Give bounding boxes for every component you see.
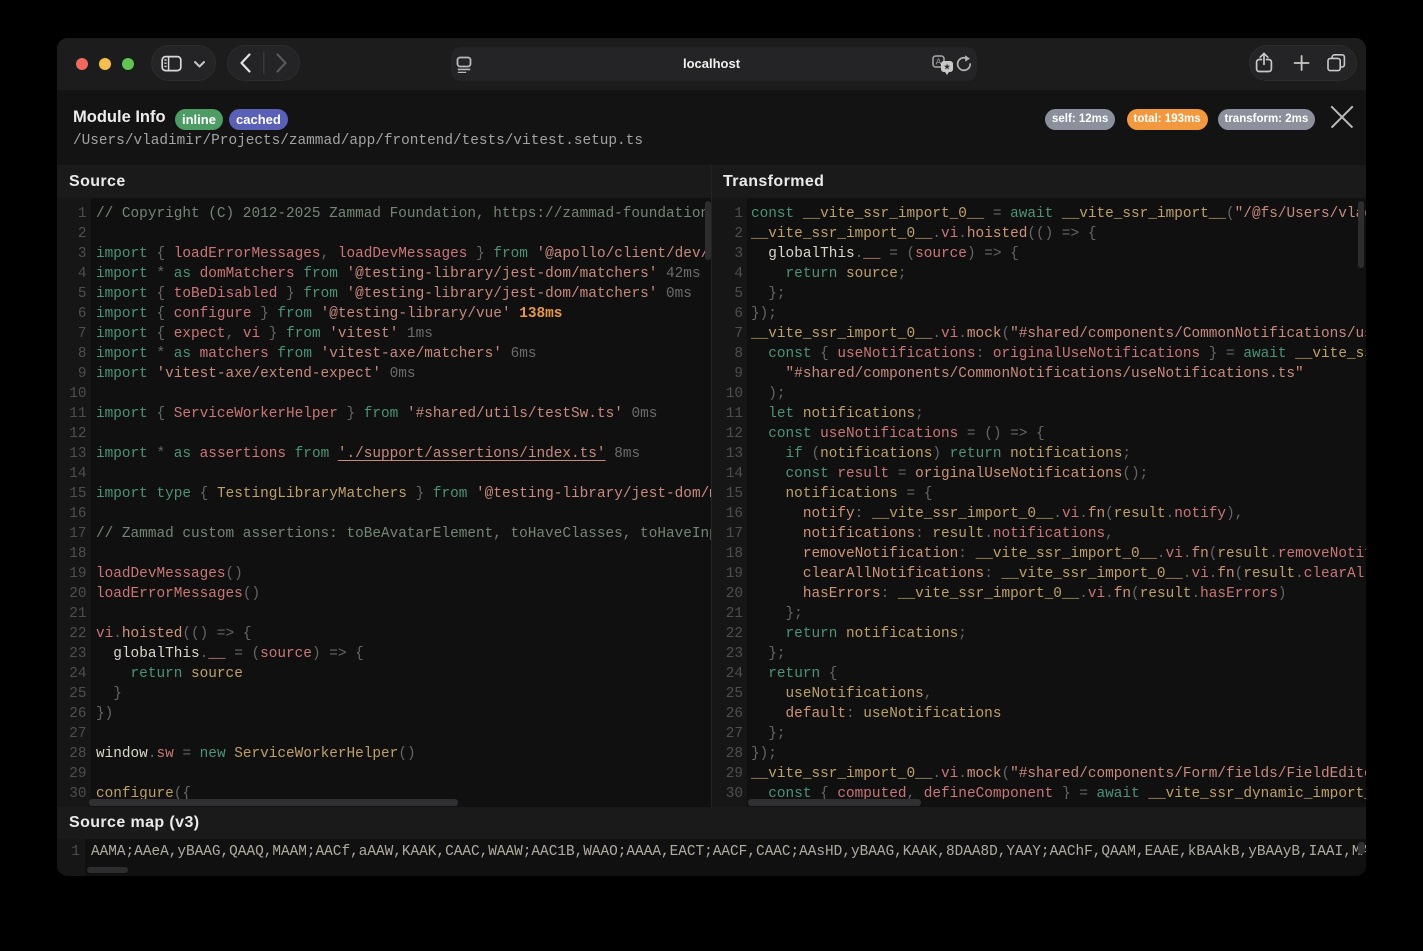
svg-text:A: A [936,57,942,67]
svg-text:★: ★ [943,62,951,72]
